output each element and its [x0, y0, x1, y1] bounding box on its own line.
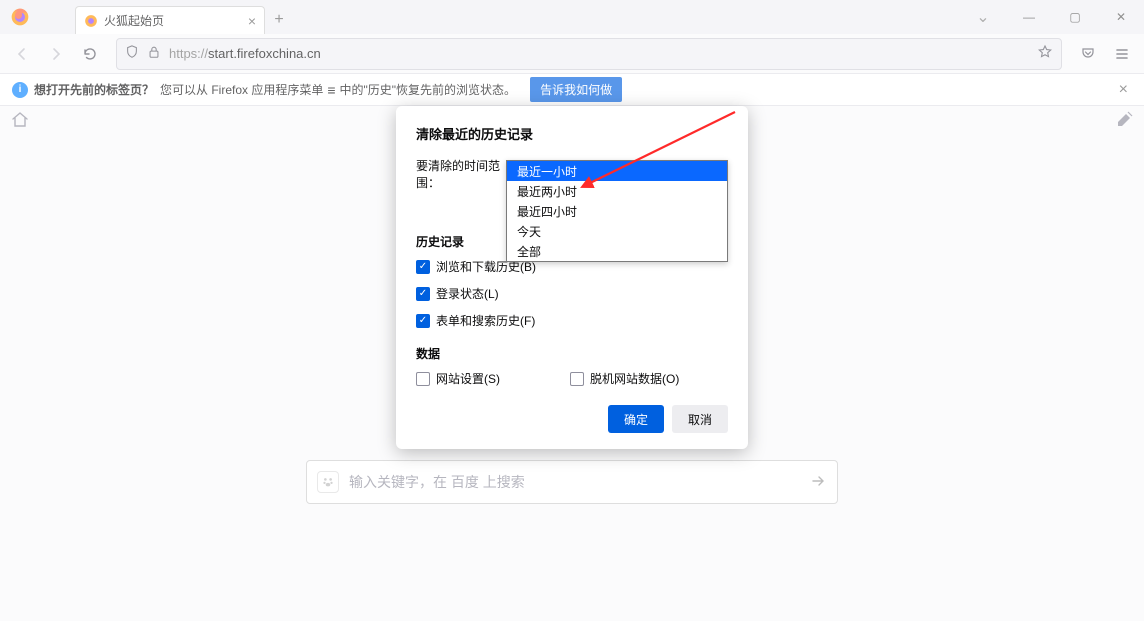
- checkbox-icon: [416, 287, 430, 301]
- time-range-label: 要清除的时间范围：: [416, 157, 510, 191]
- checkbox-site-settings[interactable]: 网站设置(S): [416, 370, 500, 387]
- dialog-title: 清除最近的历史记录: [416, 124, 728, 143]
- ok-button[interactable]: 确定: [608, 405, 664, 433]
- dropdown-option[interactable]: 最近两小时: [507, 181, 727, 201]
- checkbox-form-search-history[interactable]: 表单和搜索历史(F): [416, 312, 728, 329]
- clear-history-dialog: 清除最近的历史记录 要清除的时间范围： T 最近一小时 ⌄ 最近一小时 最近两小…: [396, 106, 748, 449]
- checkbox-offline-data[interactable]: 脱机网站数据(O): [570, 370, 679, 387]
- dropdown-option[interactable]: 最近四小时: [507, 201, 727, 221]
- dropdown-option[interactable]: 最近一小时: [507, 161, 727, 181]
- checkbox-icon: [416, 260, 430, 274]
- checkbox-icon: [416, 314, 430, 328]
- dropdown-option[interactable]: 全部: [507, 241, 727, 261]
- data-section-label: 数据: [416, 345, 728, 362]
- dropdown-option[interactable]: 今天: [507, 221, 727, 241]
- checkbox-icon: [416, 372, 430, 386]
- time-range-dropdown: 最近一小时 最近两小时 最近四小时 今天 全部: [506, 160, 728, 262]
- checkbox-login-status[interactable]: 登录状态(L): [416, 285, 728, 302]
- checkbox-icon: [570, 372, 584, 386]
- cancel-button[interactable]: 取消: [672, 405, 728, 433]
